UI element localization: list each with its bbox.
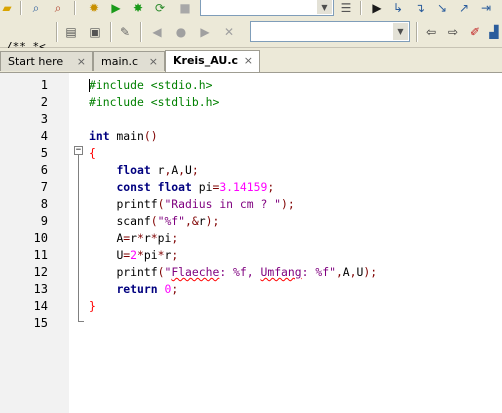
debug-start-icon[interactable]: ▶: [370, 0, 384, 16]
build-gear-icon[interactable]: ✹: [86, 0, 102, 16]
code-line[interactable]: U=2*pi*r;: [89, 248, 178, 262]
build-target-select[interactable]: ▼: [200, 0, 334, 16]
line-number: 7: [40, 180, 48, 194]
next-instruction-icon[interactable]: ⇥: [478, 0, 494, 16]
toolbar-separator: [140, 22, 142, 42]
find-icon[interactable]: ⌕: [28, 0, 44, 16]
line-number: 8: [40, 197, 48, 211]
line-number: 15: [33, 316, 48, 330]
code-line[interactable]: const float pi=3.14159;: [89, 180, 274, 194]
fold-end: [78, 321, 84, 322]
line-number: 13: [33, 282, 48, 296]
code-line[interactable]: #include <stdio.h>: [89, 78, 212, 92]
text-caret: [89, 79, 90, 92]
close-icon[interactable]: ×: [149, 55, 158, 68]
code-line[interactable]: #include <stdlib.h>: [89, 95, 219, 109]
toolbar-separator: [360, 1, 362, 15]
tab-kreis-au-c[interactable]: Kreis_AU.c ×: [165, 50, 260, 72]
jump-back-icon[interactable]: ⇦: [422, 22, 440, 42]
line-number: 9: [40, 214, 48, 228]
line-number: 2: [40, 95, 48, 109]
line-number: 6: [40, 163, 48, 177]
line-number: 12: [33, 265, 48, 279]
secondary-toolbar: /** *< ▤ ▣ ✎ ◀ ● ▶ ✕ ▼ ⇦ ⇨ ✐ ▟: [0, 17, 502, 53]
code-line[interactable]: }: [89, 299, 96, 313]
replace-icon[interactable]: ⌕: [50, 0, 66, 16]
build-and-run-icon[interactable]: ✸: [130, 0, 146, 16]
next-line-icon[interactable]: ↴: [412, 0, 428, 16]
code-line[interactable]: scanf("%f",&r);: [89, 214, 219, 228]
code-line[interactable]: printf("Flaeche: %f, Umfang: %f",A,U);: [89, 265, 377, 279]
run-icon[interactable]: ▶: [108, 0, 124, 16]
toolbar-separator: [110, 22, 112, 42]
toolbar-menu-icon[interactable]: ☰: [338, 0, 354, 16]
code-line[interactable]: int main(): [89, 129, 158, 143]
line-number: 3: [40, 112, 48, 126]
code-line[interactable]: {: [89, 146, 96, 160]
tab-label: main.c: [101, 55, 139, 68]
line-number: 11: [33, 248, 48, 262]
code-line[interactable]: return 0;: [89, 282, 178, 296]
code-line[interactable]: float r,A,U;: [89, 163, 198, 177]
jump-forward-icon[interactable]: ⇨: [444, 22, 462, 42]
chevron-down-icon: ▼: [317, 0, 332, 14]
close-icon[interactable]: ×: [244, 54, 253, 67]
fold-line: [78, 155, 79, 321]
toolbar-separator: [416, 22, 418, 42]
wrench-icon[interactable]: ✎: [116, 22, 134, 42]
toolbar-separator: [74, 1, 76, 15]
rebuild-icon[interactable]: ⟳: [152, 0, 168, 16]
highlight-icon[interactable]: ✐: [466, 22, 484, 42]
abort-icon[interactable]: ■: [178, 0, 192, 16]
clear-bookmarks-icon[interactable]: ✕: [220, 22, 238, 42]
chevron-down-icon: ▼: [393, 23, 408, 40]
line-number-gutter: 1 2 3 4 5 6 7 8 9 10 11 12 13 14 15: [0, 73, 69, 413]
toggle-bookmark-icon[interactable]: ●: [172, 22, 190, 42]
tab-label: Start here: [8, 55, 64, 68]
main-toolbar: ▰ ⌕ ⌕ ✹ ▶ ✸ ⟳ ■ ▼ ☰ ▶ ↳ ↴ ↘ ↗ ⇥: [0, 0, 502, 18]
step-into-icon[interactable]: ↘: [434, 0, 450, 16]
next-bookmark-icon[interactable]: ▶: [196, 22, 214, 42]
code-line[interactable]: printf("Radius in cm ? ");: [89, 197, 294, 211]
code-line[interactable]: A=r*r*pi;: [89, 231, 178, 245]
doc-comment-icon[interactable]: ▤: [62, 22, 80, 42]
close-icon[interactable]: ×: [77, 55, 86, 68]
tab-main-c[interactable]: main.c ×: [93, 51, 165, 71]
function-select[interactable]: ▼: [250, 21, 410, 42]
run-to-cursor-icon[interactable]: ↳: [390, 0, 406, 16]
line-number: 4: [40, 129, 48, 143]
fold-toggle[interactable]: −: [74, 146, 83, 155]
tab-label: Kreis_AU.c: [173, 54, 239, 67]
tab-start-here[interactable]: Start here ×: [0, 51, 93, 71]
line-number: 10: [33, 231, 48, 245]
folder-icon[interactable]: ▰: [0, 0, 14, 16]
line-number: 1: [40, 78, 48, 92]
print-icon[interactable]: ▣: [86, 22, 104, 42]
step-out-icon[interactable]: ↗: [456, 0, 472, 16]
selection-icon[interactable]: ▟: [486, 22, 502, 42]
toolbar-separator: [56, 22, 58, 42]
line-number: 5: [40, 146, 48, 160]
line-number: 14: [33, 299, 48, 313]
previous-bookmark-icon[interactable]: ◀: [148, 22, 166, 42]
toolbar-separator: [20, 1, 22, 15]
